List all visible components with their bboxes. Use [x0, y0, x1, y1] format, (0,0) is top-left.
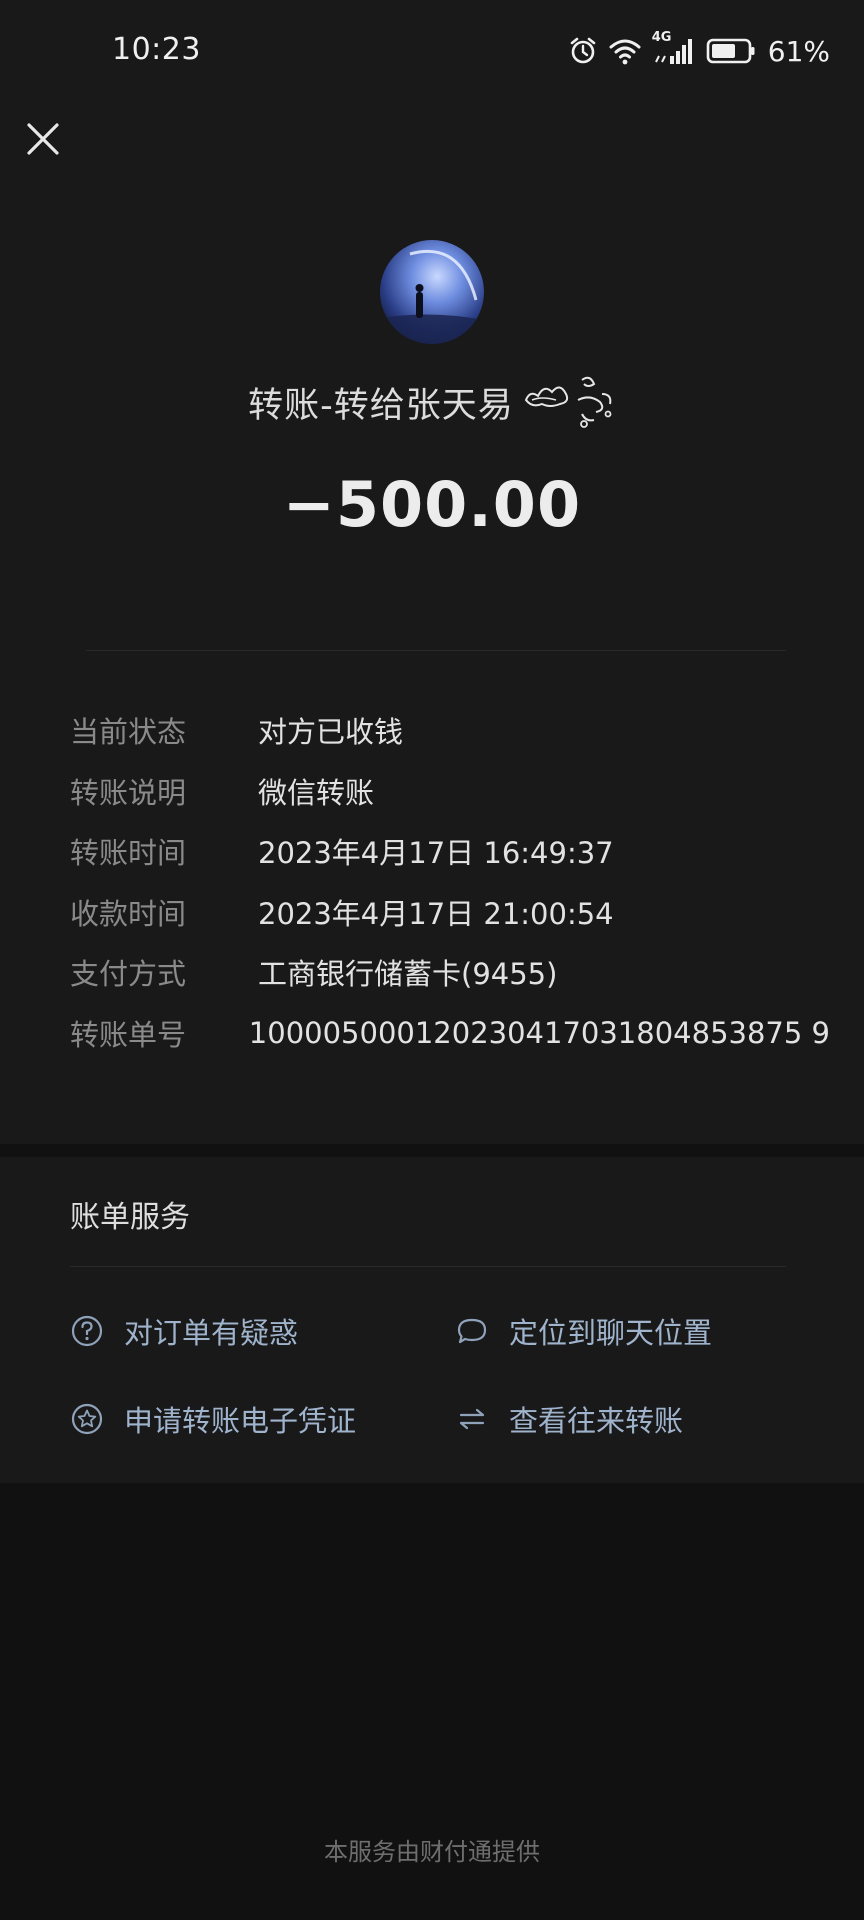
exchange-icon	[459, 1408, 485, 1430]
detail-value: 2023年4月17日 16:49:37	[258, 836, 614, 871]
service-label: 查看往来转账	[509, 1404, 684, 1438]
transfer-details: 当前状态 对方已收钱 转账说明 微信转账 转账时间 2023年4月17日 16:…	[70, 700, 830, 1063]
bill-services-title: 账单服务	[70, 1200, 190, 1235]
close-button[interactable]	[22, 118, 64, 160]
detail-row-receive-time: 收款时间 2023年4月17日 21:00:54	[70, 882, 830, 943]
detail-value: 2023年4月17日 21:00:54	[258, 896, 614, 931]
status-bar: 10:23 4G 61%	[0, 0, 864, 104]
detail-label: 转账单号	[70, 1017, 187, 1052]
apply-voucher-link[interactable]: 申请转账电子凭证	[70, 1398, 356, 1440]
detail-value: 微信转账	[258, 775, 375, 810]
detail-label: 转账说明	[70, 775, 187, 810]
detail-row-status: 当前状态 对方已收钱	[70, 700, 830, 761]
detail-value: 工商银行储蓄卡(9455)	[258, 957, 558, 992]
divider	[86, 650, 786, 651]
transfer-title: 转账-转给张天易	[248, 385, 514, 426]
transfer-amount: −500.00	[282, 468, 582, 541]
detail-label: 当前状态	[70, 715, 187, 750]
alarm-icon	[568, 36, 598, 66]
detail-row-order-number: 转账单号 100005000120230417031804853875 9	[70, 1003, 830, 1064]
detail-row-note: 转账说明 微信转账	[70, 761, 830, 822]
view-transfers-link[interactable]: 查看往来转账	[455, 1398, 683, 1440]
detail-value[interactable]: 100005000120230417031804853875 9	[249, 1016, 830, 1050]
signal-icon: 4G	[652, 30, 696, 66]
divider	[70, 1266, 786, 1267]
battery-icon	[706, 37, 756, 65]
avatar[interactable]	[380, 240, 484, 344]
wifi-icon	[608, 36, 642, 66]
detail-row-payment-method: 支付方式 工商银行储蓄卡(9455)	[70, 942, 830, 1003]
footer-provider-note: 本服务由财付通提供	[324, 1838, 540, 1866]
detail-label: 转账时间	[70, 836, 187, 871]
transfer-title-row: 转账-转给张天易	[0, 370, 864, 434]
detail-label: 收款时间	[70, 896, 187, 931]
chat-bubble-icon	[457, 1318, 487, 1344]
close-icon	[27, 123, 59, 155]
service-label: 定位到聊天位置	[509, 1316, 713, 1350]
battery-percent: 61%	[767, 34, 830, 68]
detail-label: 支付方式	[70, 957, 187, 992]
question-order-link[interactable]: 对订单有疑惑	[70, 1310, 298, 1352]
service-label: 申请转账电子凭证	[124, 1404, 357, 1438]
status-icons: 4G 61%	[568, 30, 830, 68]
star-icon	[71, 1403, 103, 1435]
service-label: 对订单有疑惑	[124, 1316, 299, 1350]
decorative-flourish-icon	[520, 370, 616, 434]
locate-chat-link[interactable]: 定位到聊天位置	[455, 1310, 712, 1352]
question-icon	[71, 1315, 103, 1347]
detail-value: 对方已收钱	[258, 715, 404, 750]
status-time: 10:23	[112, 32, 201, 67]
detail-row-transfer-time: 转账时间 2023年4月17日 16:49:37	[70, 821, 830, 882]
